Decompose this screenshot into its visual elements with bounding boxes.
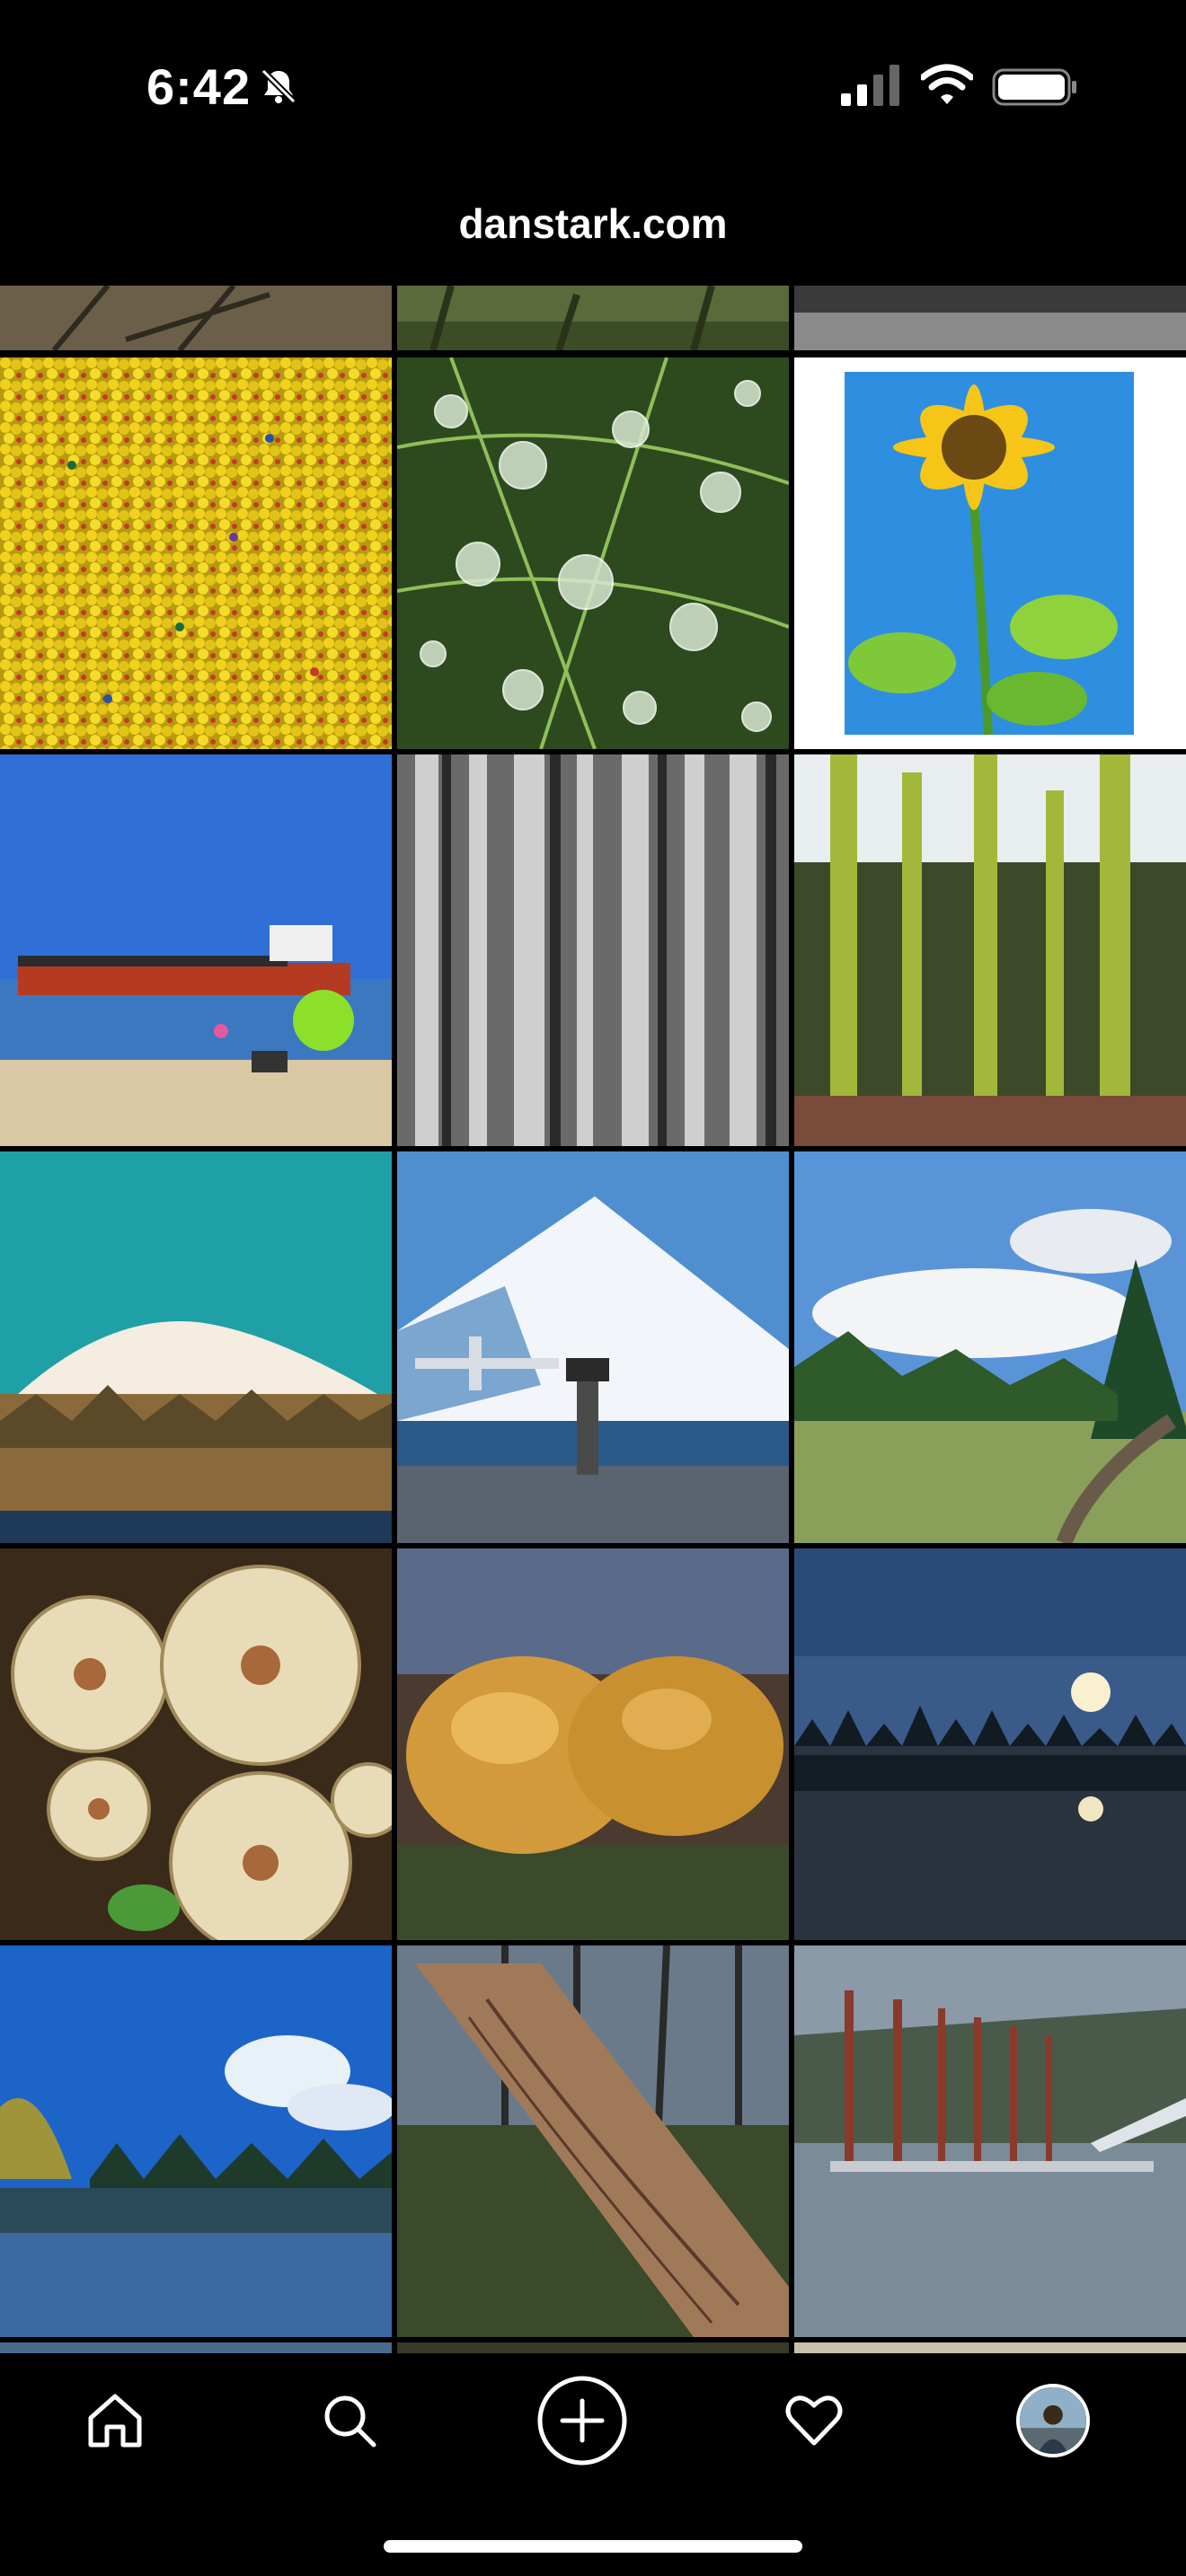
- photo-tile-partial[interactable]: [794, 286, 1186, 350]
- tab-home[interactable]: [66, 2371, 164, 2470]
- photo-tile-partial[interactable]: [794, 2342, 1186, 2353]
- tab-profile[interactable]: [1004, 2371, 1102, 2470]
- tab-activity[interactable]: [765, 2371, 863, 2470]
- tab-add-post[interactable]: [533, 2371, 632, 2470]
- status-bar: 6:42: [0, 0, 1186, 171]
- photo-tile-bw-forest[interactable]: [397, 754, 789, 1146]
- photo-tile-partial[interactable]: [0, 2342, 392, 2353]
- page-title: danstark.com: [458, 200, 728, 247]
- photo-tile-lake-blue-sky[interactable]: [0, 1945, 392, 2337]
- photo-tile-dew-drops[interactable]: [397, 357, 789, 749]
- photo-tile-ship-beach[interactable]: [0, 754, 392, 1146]
- cellular-signal-icon: [841, 65, 900, 106]
- bell-slash-icon: [258, 66, 299, 107]
- photo-tile-mossy-forest[interactable]: [794, 754, 1186, 1146]
- photo-tile-sunflower[interactable]: [794, 357, 1186, 749]
- add-post-icon: [537, 2376, 627, 2466]
- profile-avatar: [1016, 2384, 1090, 2457]
- photo-tile-lake-sun[interactable]: [794, 1548, 1186, 1940]
- wifi-icon: [919, 63, 975, 106]
- photo-tile-orange-mushrooms[interactable]: [397, 1548, 789, 1940]
- photo-tile-partial[interactable]: [397, 286, 789, 350]
- photo-grid: [0, 286, 1186, 2353]
- photo-tile-partial[interactable]: [397, 2342, 789, 2353]
- photo-tile-mountain-airplane[interactable]: [397, 1151, 789, 1543]
- photo-tile-mushroom-cluster[interactable]: [0, 1548, 392, 1940]
- photo-tile-yellow-beads[interactable]: [0, 357, 392, 749]
- home-indicator: [384, 2540, 802, 2553]
- home-icon: [88, 2394, 142, 2448]
- photo-tile-marina-pilings[interactable]: [794, 1945, 1186, 2337]
- search-icon: [324, 2395, 376, 2448]
- photo-tile-park-clouds[interactable]: [794, 1151, 1186, 1543]
- tab-search[interactable]: [300, 2371, 399, 2470]
- battery-icon: [992, 68, 1078, 106]
- photo-tile-partial[interactable]: [0, 286, 392, 350]
- photo-tile-fallen-tree[interactable]: [397, 1945, 789, 2337]
- status-time: 6:42: [146, 58, 252, 115]
- photo-tile-snowy-mountain[interactable]: [0, 1151, 392, 1543]
- heart-icon: [785, 2395, 843, 2446]
